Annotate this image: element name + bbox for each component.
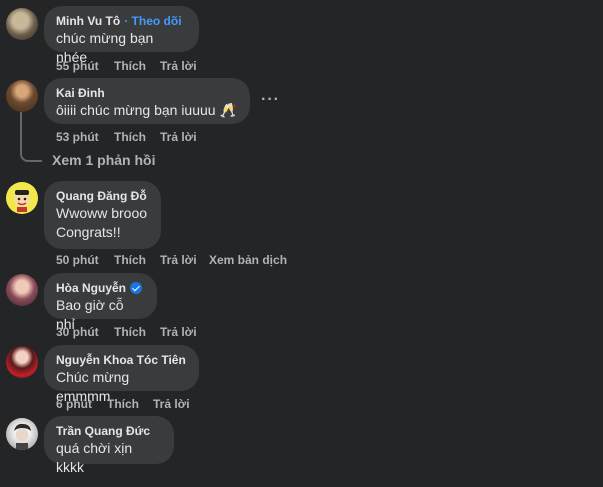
cartoon-avatar-icon: [14, 190, 30, 212]
comment-time[interactable]: 6 phút: [56, 397, 107, 411]
comment-actions-4: 30 phút Thích Trả lời: [56, 325, 197, 339]
thread-connector: [20, 112, 42, 162]
avatar-quang-dang-do[interactable]: [6, 182, 38, 214]
comment-actions-5: 6 phút Thích Trả lời: [56, 397, 190, 411]
comment-bubble-5: Nguyễn Khoa Tóc Tiên Chúc mừng emmmm: [44, 345, 199, 404]
comment-time[interactable]: 30 phút: [56, 325, 114, 339]
comment-text: Wwoww brooo Congrats!!: [56, 205, 148, 240]
comments-panel: Minh Vu Tô · Theo dõi chúc mừng bạn nhée…: [0, 0, 603, 487]
comment-bubble-3: Quang Đăng Đỗ Wwoww brooo Congrats!!: [44, 181, 161, 249]
comment-author[interactable]: Kai Đinh: [56, 85, 105, 101]
reply-button[interactable]: Trả lời: [153, 397, 190, 411]
comment-author[interactable]: Hòa Nguyễn: [56, 280, 126, 296]
comment-author[interactable]: Nguyễn Khoa Tóc Tiên: [56, 352, 186, 368]
like-button[interactable]: Thích: [114, 325, 160, 339]
comment-actions-3: 50 phút Thích Trả lời Xem bản dịch: [56, 253, 287, 267]
avatar-minh-vu-to[interactable]: [6, 8, 38, 40]
comment-author[interactable]: Minh Vu Tô: [56, 13, 120, 29]
comment-text: quá chời xịn kkkk: [56, 440, 133, 475]
translate-button[interactable]: Xem bản dịch: [209, 253, 287, 267]
comment-bubble-4: Hòa Nguyễn Bao giờ cỗ nhỉ: [44, 273, 157, 332]
comment-text: ôiiii chúc mừng bạn iuuuu 🥂: [56, 102, 237, 118]
portrait-icon: [14, 423, 31, 450]
comment-bubble-1: Minh Vu Tô · Theo dõi chúc mừng bạn nhée: [44, 6, 199, 65]
avatar-nguyen-khoa-toc-tien[interactable]: [6, 346, 38, 378]
like-button[interactable]: Thích: [114, 130, 160, 144]
avatar-hoa-nguyen[interactable]: [6, 274, 38, 306]
like-button[interactable]: Thích: [114, 253, 160, 267]
avatar-kai-dinh[interactable]: [6, 80, 38, 112]
comment-author[interactable]: Trần Quang Đức: [56, 423, 150, 439]
reply-button[interactable]: Trả lời: [160, 253, 209, 267]
verified-badge-icon: [130, 282, 143, 294]
comment-time[interactable]: 50 phút: [56, 253, 114, 267]
comment-actions-2: 53 phút Thích Trả lời: [56, 130, 197, 144]
like-button[interactable]: Thích: [107, 397, 153, 411]
reply-button[interactable]: Trả lời: [160, 130, 197, 144]
comment-author[interactable]: Quang Đăng Đỗ: [56, 188, 147, 204]
comment-bubble-6: Trần Quang Đức quá chời xịn kkkk: [44, 416, 174, 475]
comment-time[interactable]: 55 phút: [56, 59, 114, 73]
like-button[interactable]: Thích: [114, 59, 160, 73]
comment-actions-1: 55 phút Thích Trả lời: [56, 59, 197, 73]
reply-button[interactable]: Trả lời: [160, 325, 197, 339]
avatar-tran-quang-duc[interactable]: [6, 418, 38, 450]
more-options-icon[interactable]: ···: [261, 91, 280, 109]
comment-time[interactable]: 53 phút: [56, 130, 114, 144]
view-replies-link[interactable]: Xem 1 phản hồi: [52, 152, 155, 168]
reply-button[interactable]: Trả lời: [160, 59, 197, 73]
follow-link[interactable]: · Theo dõi: [124, 13, 181, 29]
comment-bubble-2: Kai Đinh ôiiii chúc mừng bạn iuuuu 🥂: [44, 78, 250, 124]
